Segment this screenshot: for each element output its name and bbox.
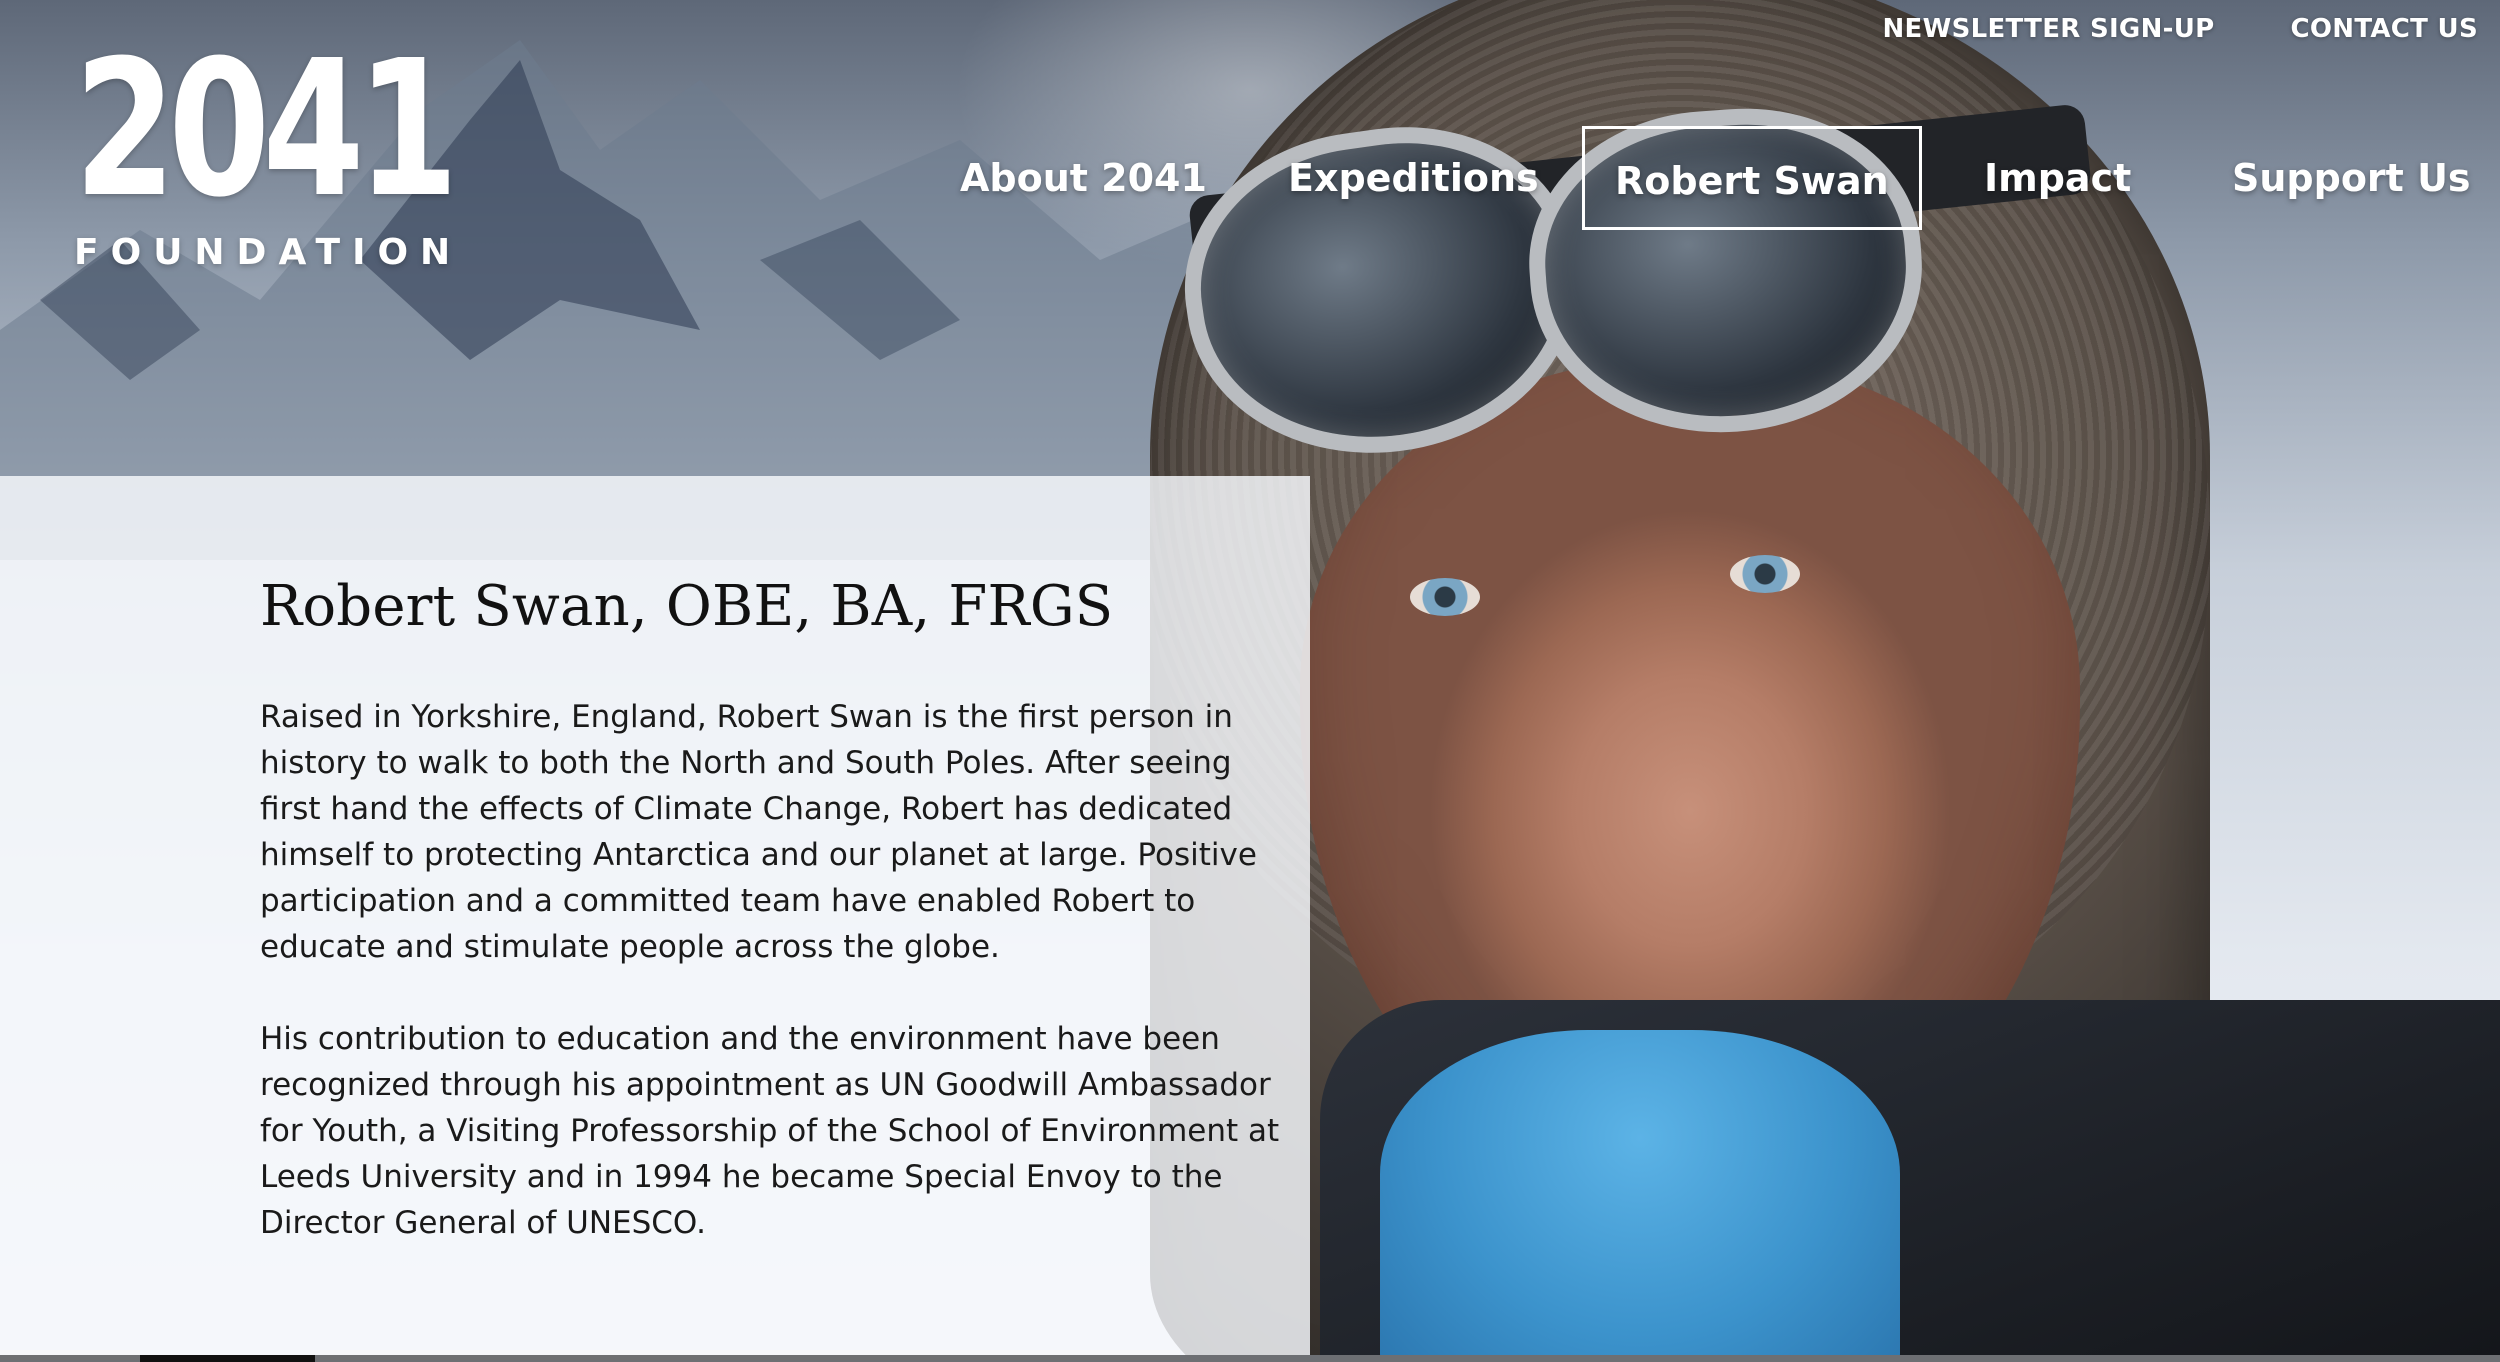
nav-item-impact[interactable]: Impact [1984, 126, 2131, 230]
bio-paragraph: His contribution to education and the en… [260, 1020, 1280, 1241]
left-eye [1410, 578, 1480, 616]
page-title: Robert Swan, OBE, BA, FRGS [260, 574, 1114, 639]
logo-number: 2041 [74, 20, 459, 239]
right-eye [1730, 555, 1800, 593]
bottom-scroll-bar[interactable] [0, 1355, 2500, 1362]
bio-content: Robert Swan, OBE, BA, FRGS Raised in Yor… [260, 576, 1280, 1246]
nav-item-about-2041[interactable]: About 2041 [960, 126, 1207, 230]
bio-panel: Robert Swan, OBE, BA, FRGS Raised in Yor… [0, 476, 1310, 1356]
nav-item-expeditions[interactable]: Expeditions [1288, 126, 1539, 230]
nav-item-robert-swan[interactable]: Robert Swan [1582, 126, 1922, 230]
contact-us-link[interactable]: CONTACT US [2291, 14, 2479, 44]
bio-paragraph: Raised in Yorkshire, England, Robert Swa… [260, 698, 1257, 965]
nav-item-support-us[interactable]: Support Us [2232, 126, 2471, 230]
foundation-logo[interactable]: 2041 FOUNDATION [74, 20, 459, 274]
newsletter-signup-link[interactable]: NEWSLETTER SIGN-UP [1882, 14, 2214, 44]
portrait-collar [1380, 1030, 1900, 1362]
scroll-progress [0, 1355, 2500, 1362]
utility-nav: NEWSLETTER SIGN-UP CONTACT US [1882, 14, 2478, 44]
